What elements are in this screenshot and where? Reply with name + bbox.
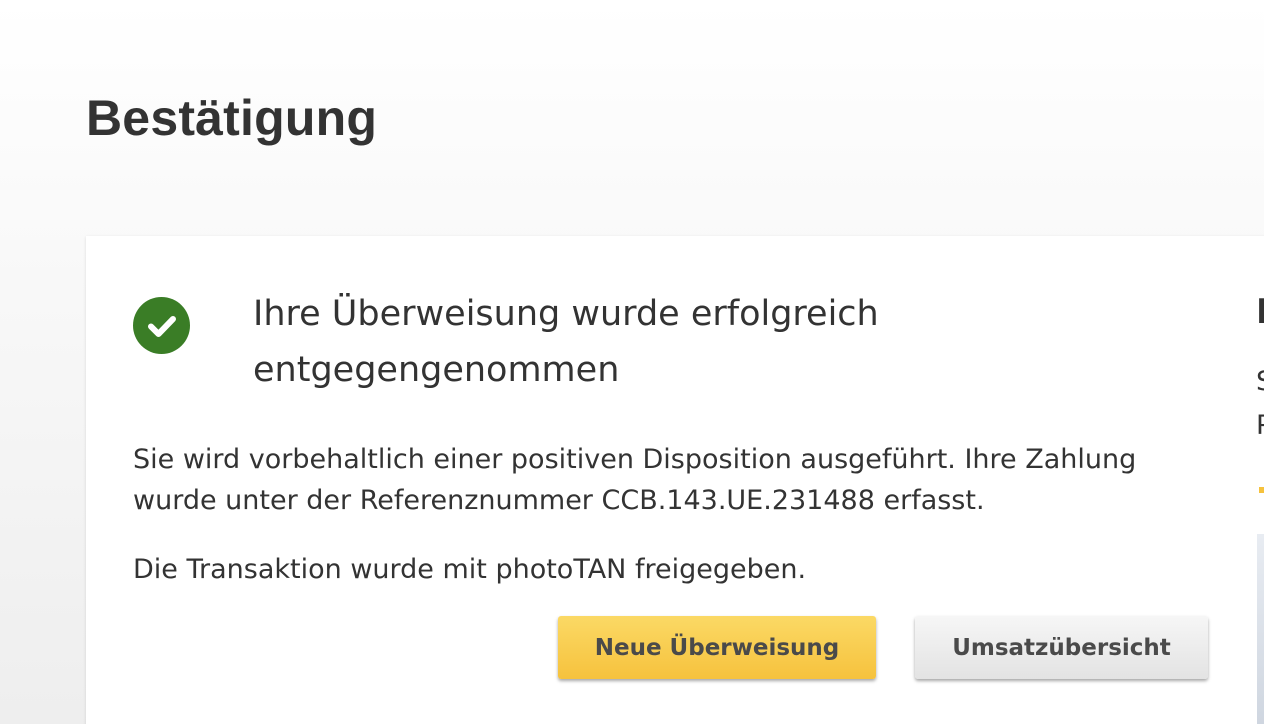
side-panel-text-line: P [1256, 404, 1264, 448]
check-circle-icon [133, 297, 190, 354]
side-panel-accent-bar [1259, 487, 1264, 493]
side-panel-text-line: S [1256, 360, 1264, 404]
side-panel-heading: I [1256, 292, 1264, 332]
phototan-info-text: Die Transaktion wurde mit photoTAN freig… [133, 554, 807, 585]
side-panel-text: S P [1256, 360, 1264, 448]
confirmation-card: Ihre Überweisung wurde erfolgreich entge… [86, 236, 1264, 724]
side-panel-image [1257, 534, 1264, 724]
success-headline: Ihre Überweisung wurde erfolgreich entge… [253, 294, 879, 390]
new-transfer-button[interactable]: Neue Überweisung [558, 616, 876, 679]
page-title: Bestätigung [86, 90, 378, 146]
reference-info-text: Sie wird vorbehaltlich einer positiven D… [133, 444, 1137, 516]
transactions-overview-button[interactable]: Umsatzübersicht [915, 616, 1208, 679]
